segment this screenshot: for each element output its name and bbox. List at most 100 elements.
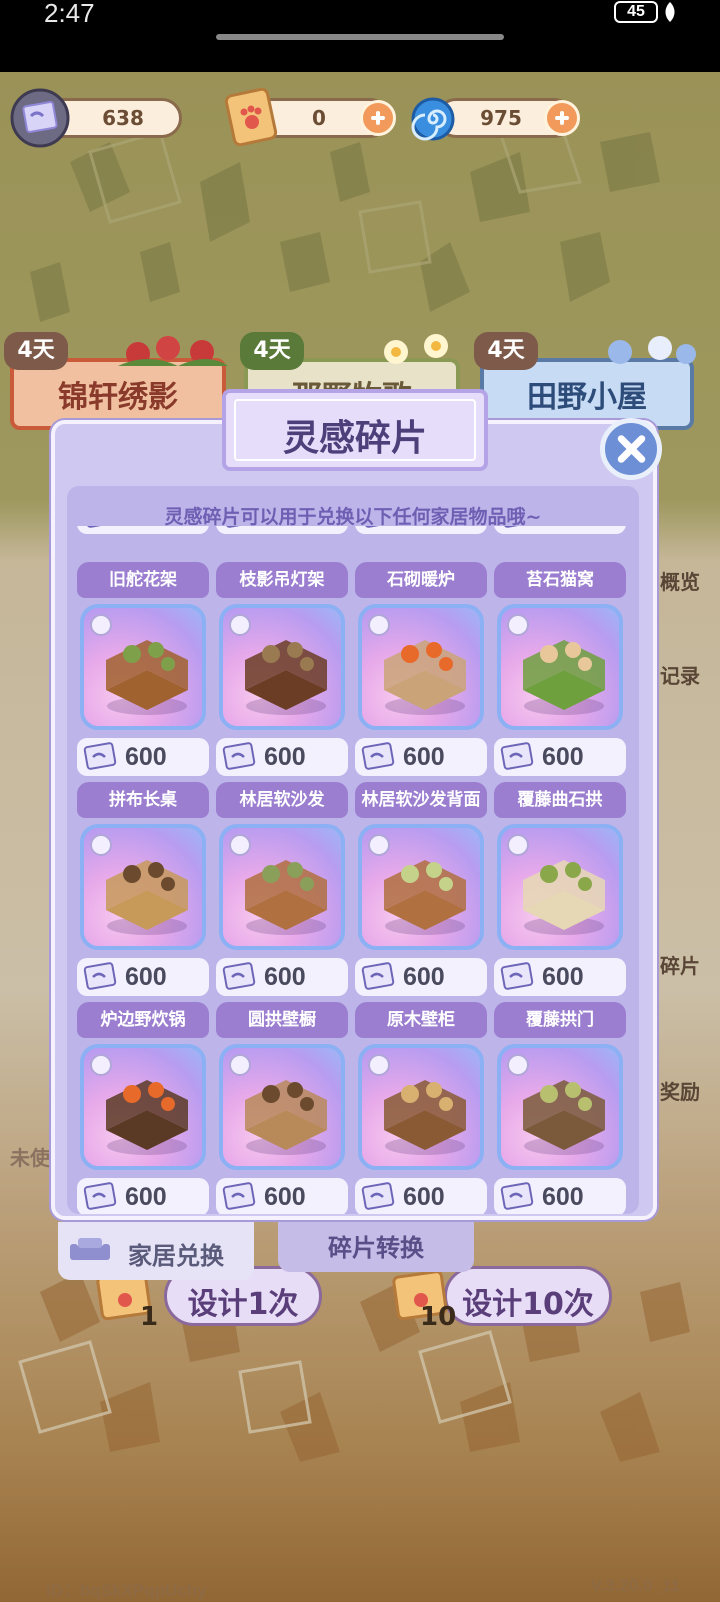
item-card[interactable] <box>219 824 345 950</box>
item-price-partial: 600 <box>77 526 209 534</box>
item-name: 原木壁柜 <box>355 1002 487 1038</box>
close-button[interactable] <box>600 418 662 480</box>
item-price: 600 <box>355 1178 487 1214</box>
item-price: 600 <box>77 958 209 996</box>
tab-fragment-convert[interactable]: 碎片转换 <box>278 1222 474 1272</box>
furniture-item[interactable]: 圆拱壁橱 600 <box>216 1002 348 1214</box>
furniture-item[interactable]: 炉边野炊锅 600 <box>77 1002 209 1214</box>
overview-label[interactable]: 概览 <box>660 566 700 595</box>
item-price: 600 <box>494 738 626 776</box>
furniture-thumbnail-icon <box>106 1080 188 1155</box>
fragment-icon <box>500 742 534 770</box>
item-card[interactable] <box>497 1044 623 1170</box>
fragment-icon <box>83 742 117 770</box>
item-card[interactable] <box>358 604 484 730</box>
item-card[interactable] <box>219 1044 345 1170</box>
furniture-thumbnail-icon <box>245 1080 327 1155</box>
player-id: ID：bqSkXPqpUchy <box>46 1581 207 1600</box>
once-count: 1 <box>140 1302 159 1332</box>
status-time: 2:47 <box>44 0 95 28</box>
item-name: 炉边野炊锅 <box>77 1002 209 1038</box>
item-price: 600 <box>355 958 487 996</box>
item-price: 600 <box>494 958 626 996</box>
fragment-icon <box>361 742 395 770</box>
item-price-partial: 600 <box>494 526 626 534</box>
item-panel: 灵感碎片可以用于兑换以下任何家居物品哦~ 600600600600旧舵花架600… <box>67 486 639 1214</box>
fragment-icon <box>361 962 395 990</box>
furniture-thumbnail-icon <box>384 1080 466 1155</box>
furniture-item[interactable]: 苔石猫窝 600 <box>494 562 626 776</box>
daisy-decoration-icon <box>384 334 448 364</box>
furniture-item[interactable]: 原木壁柜 600 <box>355 1002 487 1214</box>
item-card[interactable] <box>80 824 206 950</box>
item-name: 圆拱壁橱 <box>216 1002 348 1038</box>
furniture-item[interactable]: 拼布长桌 600 <box>77 782 209 996</box>
unused-label: 未使 <box>10 1146 50 1170</box>
furniture-item[interactable]: 旧舵花架 600 <box>77 562 209 776</box>
days-badge: 4天 <box>240 332 304 370</box>
item-card[interactable] <box>497 824 623 950</box>
fragment-icon <box>222 1182 256 1210</box>
furniture-item[interactable]: 林居软沙发背面 600 <box>355 782 487 996</box>
version-label: V.3.20.0_11 <box>590 1576 680 1595</box>
ten-count: 10 <box>420 1302 457 1332</box>
item-price: 600 <box>494 1178 626 1214</box>
fragment-icon <box>83 526 117 528</box>
fragment-icon <box>361 1182 395 1210</box>
furniture-item[interactable]: 枝影吊灯架 600 <box>216 562 348 776</box>
item-grid[interactable]: 600600600600旧舵花架600枝影吊灯架600石砌暖炉600苔石猫窝60… <box>77 526 637 1214</box>
notification-handle[interactable] <box>216 34 504 40</box>
blue-flower-decoration-icon <box>608 336 696 364</box>
furniture-thumbnail-icon <box>245 640 327 715</box>
item-price: 600 <box>216 958 348 996</box>
sofa-icon <box>70 1238 110 1260</box>
item-card[interactable] <box>219 604 345 730</box>
rose-decoration-icon <box>118 336 228 366</box>
fragment-icon <box>222 742 256 770</box>
modal-description: 灵感碎片可以用于兑换以下任何家居物品哦~ <box>164 506 542 528</box>
furniture-item[interactable]: 林居软沙发 600 <box>216 782 348 996</box>
fragment-icon <box>500 526 534 528</box>
item-price: 600 <box>77 738 209 776</box>
fragment-label[interactable]: 碎片 <box>660 950 700 979</box>
item-card[interactable] <box>80 1044 206 1170</box>
item-card[interactable] <box>80 604 206 730</box>
item-name: 覆藤曲石拱 <box>494 782 626 818</box>
modal-title-plate: 灵感碎片 <box>222 389 488 471</box>
tab-home-exchange[interactable]: 家居兑换 <box>58 1222 254 1280</box>
furniture-thumbnail-icon <box>384 860 466 935</box>
fragment-icon <box>500 1182 534 1210</box>
furniture-item[interactable]: 覆藤曲石拱 600 <box>494 782 626 996</box>
item-card[interactable] <box>358 824 484 950</box>
item-card[interactable] <box>497 604 623 730</box>
status-bar: 2:47 45 <box>0 0 720 72</box>
item-name: 林居软沙发背面 <box>355 782 487 818</box>
furniture-thumbnail-icon <box>245 860 327 935</box>
item-price: 600 <box>355 738 487 776</box>
fragment-icon <box>222 962 256 990</box>
item-name: 拼布长桌 <box>77 782 209 818</box>
modal-title: 灵感碎片 <box>282 418 427 459</box>
item-name: 枝影吊灯架 <box>216 562 348 598</box>
fragment-icon <box>361 526 395 528</box>
leaf-icon <box>665 2 675 22</box>
furniture-thumbnail-icon <box>384 640 466 715</box>
furniture-thumbnail-icon <box>523 860 605 935</box>
design-ten-button[interactable]: 设计10次 <box>444 1266 612 1326</box>
reward-label[interactable]: 奖励 <box>660 1076 700 1105</box>
add-ticket-button[interactable] <box>360 100 396 136</box>
battery-icon: 45 <box>614 1 658 23</box>
item-card[interactable] <box>358 1044 484 1170</box>
item-name: 石砌暖炉 <box>355 562 487 598</box>
furniture-item[interactable]: 覆藤拱门 600 <box>494 1002 626 1214</box>
fragment-icon <box>10 88 70 148</box>
fragment-icon <box>222 526 256 528</box>
days-badge: 4天 <box>474 332 538 370</box>
record-label[interactable]: 记录 <box>660 660 700 689</box>
furniture-thumbnail-icon <box>523 1080 605 1155</box>
item-price-partial: 600 <box>355 526 487 534</box>
item-name: 苔石猫窝 <box>494 562 626 598</box>
furniture-item[interactable]: 石砌暖炉 600 <box>355 562 487 776</box>
add-spiral-button[interactable] <box>544 100 580 136</box>
furniture-thumbnail-icon <box>523 640 605 715</box>
